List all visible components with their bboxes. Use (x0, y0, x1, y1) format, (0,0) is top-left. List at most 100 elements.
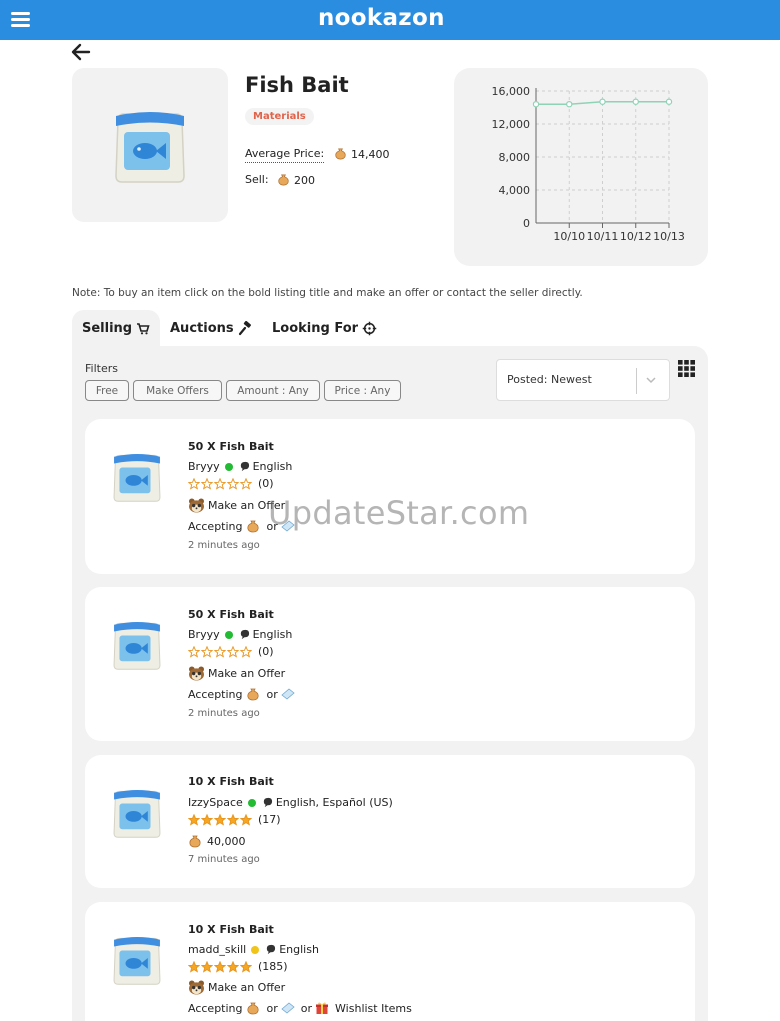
rating-line: (0) (188, 645, 274, 658)
posted-time: 7 minutes ago (188, 854, 260, 865)
make-offer-label: Make an Offer (208, 667, 286, 680)
accepting-line: Accepting or (188, 519, 295, 533)
seller-line: IzzySpace English, Español (US) (188, 796, 393, 809)
data-point[interactable] (632, 98, 639, 105)
tab-selling[interactable]: Selling (72, 310, 161, 346)
star-empty-icon (240, 645, 252, 658)
seller-language: English (252, 628, 293, 641)
top-bar: nookazon (0, 0, 780, 40)
price-history-chart: 0 4,000 8,000 12,000 16,000 10/10 10/11 10/12 10… (454, 68, 708, 266)
listing-card[interactable]: 50 X Fish Bait Bryyy English (0) Make an… (85, 587, 695, 741)
rating-line: (0) (188, 477, 274, 490)
category-badge[interactable]: Materials (245, 108, 314, 125)
star-filled-icon (201, 813, 213, 826)
star-empty-icon (201, 645, 213, 658)
star-filled-icon (188, 960, 200, 973)
star-empty-icon (214, 477, 226, 490)
listing-title[interactable]: 50 X Fish Bait (188, 608, 274, 621)
tab-looking-for[interactable]: Looking For (262, 310, 387, 346)
review-count: (0) (258, 645, 274, 658)
bell-bag-icon (246, 1002, 259, 1015)
raccoon-face-icon (189, 498, 204, 513)
bell-bag-icon (246, 520, 259, 533)
listing-title[interactable]: 10 X Fish Bait (188, 923, 274, 936)
speech-bubble-icon (240, 629, 249, 640)
listing-card[interactable]: 10 X Fish Bait madd_skill English (185) … (85, 902, 695, 1021)
star-filled-icon (188, 813, 200, 826)
listing-card[interactable]: 10 X Fish Bait IzzySpace English, Españo… (85, 755, 695, 888)
seller-name[interactable]: Bryyy (188, 460, 220, 473)
raccoon-face-icon (189, 980, 204, 995)
tab-label: Selling (82, 320, 133, 336)
nook-ticket-icon (281, 520, 295, 532)
bell-bag-icon (335, 148, 346, 160)
gavel-icon (238, 320, 251, 335)
seller-line: Bryyy English (188, 628, 292, 641)
fish-bait-bag-icon (113, 454, 161, 502)
grid-view-icon[interactable] (678, 360, 695, 377)
listing-title[interactable]: 50 X Fish Bait (188, 440, 274, 453)
filter-make-offers[interactable]: Make Offers (133, 380, 222, 401)
price-chart-svg: 0 4,000 8,000 12,000 16,000 10/10 10/11 10/12 10… (492, 85, 685, 243)
star-empty-icon (227, 645, 239, 658)
sort-select[interactable]: Posted: Newest (496, 359, 670, 401)
accepting-line: Accepting or or Wishlist Items (188, 1001, 412, 1015)
or-label: or (266, 1001, 278, 1015)
review-count: (185) (258, 960, 288, 973)
make-offer-label: Make an Offer (208, 499, 286, 512)
accepting-line: Accepting or (188, 687, 295, 701)
accepting-label: Accepting (188, 687, 243, 701)
listing-card[interactable]: 50 X Fish Bait Bryyy English (0) Make an… (85, 419, 695, 574)
filter-amount[interactable]: Amount : Any (226, 380, 320, 401)
rating-line: (185) (188, 960, 288, 973)
y-tick-label: 8,000 (499, 151, 531, 164)
y-tick-label: 12,000 (492, 118, 531, 131)
seller-language: English, Español (US) (275, 796, 393, 809)
logo[interactable]: nookazon (318, 5, 445, 31)
filters-label: Filters (85, 362, 118, 375)
accepting-label: Accepting (188, 519, 243, 533)
average-price-value: 14,400 (334, 147, 390, 161)
star-filled-icon (227, 960, 239, 973)
tab-label: Auctions (170, 320, 234, 336)
speech-bubble-icon (267, 944, 276, 955)
star-rating-filled (188, 813, 252, 826)
speech-bubble-icon (240, 461, 249, 472)
y-tick-label: 4,000 (499, 184, 531, 197)
hamburger-menu-icon[interactable] (11, 12, 30, 27)
data-point[interactable] (566, 101, 573, 108)
nook-ticket-icon (281, 688, 295, 700)
filter-free[interactable]: Free (85, 380, 129, 401)
star-empty-icon (201, 477, 213, 490)
or-label: or (266, 519, 278, 533)
data-point[interactable] (532, 101, 540, 108)
y-tick-label: 0 (523, 217, 530, 230)
buy-note: Note: To buy an item click on the bold l… (72, 287, 583, 299)
x-tick-label: 10/10 (553, 230, 585, 243)
star-rating-empty (188, 477, 252, 490)
seller-line: Bryyy English (188, 460, 292, 473)
fish-bait-bag-icon (113, 790, 161, 838)
seller-name[interactable]: IzzySpace (188, 796, 243, 809)
gift-icon (316, 1002, 329, 1014)
online-status-dot (247, 798, 256, 807)
item-image (72, 68, 228, 222)
filter-price[interactable]: Price : Any (324, 380, 401, 401)
speech-bubble-icon (263, 797, 272, 808)
seller-name[interactable]: Bryyy (188, 628, 220, 641)
listing-title[interactable]: 10 X Fish Bait (188, 775, 274, 788)
wishlist-label: Wishlist Items (335, 1001, 412, 1015)
or-label: or (300, 1001, 313, 1015)
star-rating-empty (188, 645, 252, 658)
back-arrow-icon[interactable] (70, 42, 92, 62)
tab-label: Looking For (272, 320, 359, 336)
star-filled-icon (214, 960, 226, 973)
star-empty-icon (240, 477, 252, 490)
tab-auctions[interactable]: Auctions (160, 310, 263, 346)
seller-name[interactable]: madd_skill (188, 943, 246, 956)
data-point[interactable] (665, 98, 673, 105)
cart-icon (137, 322, 150, 334)
x-tick-label: 10/11 (587, 230, 619, 243)
data-point[interactable] (599, 98, 606, 105)
fish-bait-bag-icon (113, 937, 161, 985)
